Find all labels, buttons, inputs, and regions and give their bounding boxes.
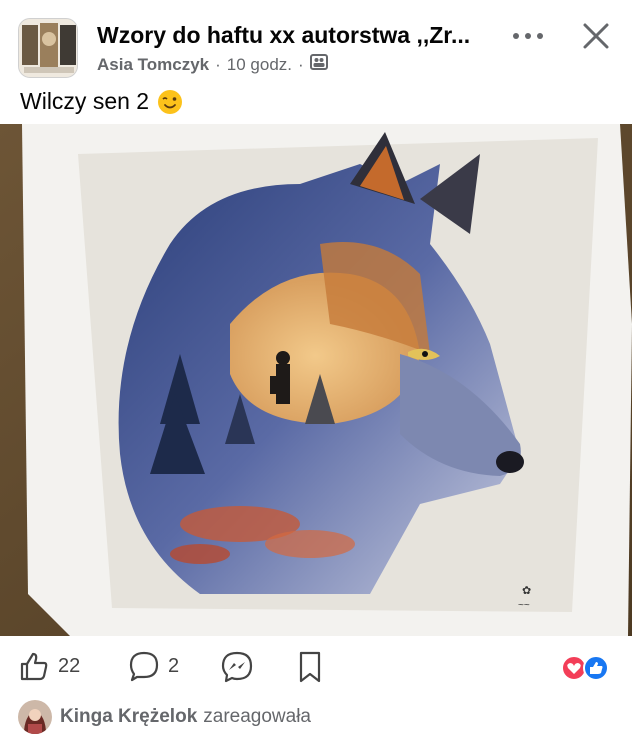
post-time[interactable]: 10 godz. (227, 55, 292, 75)
wink-emoji-icon (157, 89, 183, 115)
group-avatar[interactable] (18, 18, 78, 78)
comment-button[interactable]: 2 (128, 650, 179, 682)
close-button[interactable] (580, 20, 612, 52)
reactor-name[interactable]: Kinga Krężelok (60, 706, 197, 728)
close-icon (583, 23, 609, 49)
meta-separator-2: · (298, 54, 304, 74)
reaction-summary[interactable] (560, 654, 616, 682)
reactions-icon (561, 655, 609, 681)
reaction-by-row[interactable]: Kinga Krężelok zareagowała (18, 700, 311, 734)
thumbs-up-icon (20, 652, 48, 681)
comment-count: 2 (168, 654, 180, 677)
messenger-share-button[interactable] (220, 650, 254, 684)
group-audience-icon (309, 54, 328, 75)
svg-text:~~: ~~ (518, 600, 530, 611)
like-count: 22 (58, 654, 81, 677)
author-name[interactable]: Asia Tomczyk (97, 55, 209, 75)
post-action-bar: 22 2 (0, 640, 632, 696)
more-dots-icon (513, 33, 543, 39)
embroidery-wolf-image: ✿ ~~ (0, 124, 632, 636)
meta-separator: · (215, 54, 221, 74)
reaction-verb: zareagowała (203, 706, 312, 727)
svg-text:✿: ✿ (522, 585, 531, 597)
post-meta: Asia Tomczyk · 10 godz. · (97, 54, 328, 75)
post-caption: Wilczy sen 2 (20, 88, 183, 115)
messenger-icon (221, 651, 253, 683)
reactor-avatar[interactable] (18, 700, 52, 734)
like-button[interactable]: 22 (18, 650, 80, 682)
more-options-button[interactable] (510, 24, 546, 48)
bookmark-icon (299, 651, 321, 683)
post-header: Wzory do haftu xx autorstwa ,,Zr... Asia… (0, 0, 632, 82)
save-button[interactable] (296, 650, 324, 684)
post-photo[interactable]: ✿ ~~ (0, 124, 632, 636)
group-name[interactable]: Wzory do haftu xx autorstwa ,,Zr... (97, 22, 497, 49)
caption-text: Wilczy sen 2 (20, 88, 150, 114)
comment-icon (129, 651, 159, 682)
